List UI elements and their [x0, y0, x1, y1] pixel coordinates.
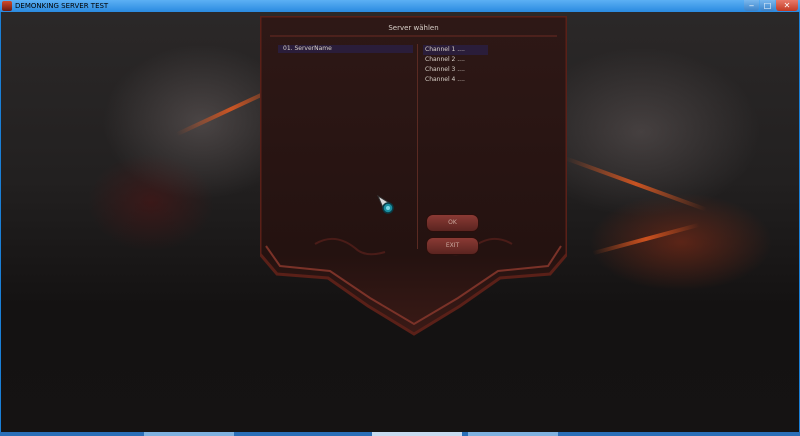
- game-cursor-icon: [377, 195, 394, 214]
- game-window: DEMONKING SERVER TEST ‒ □ ✕ Server wähle…: [0, 0, 800, 436]
- channel-item-4[interactable]: Channel 4 ....: [423, 75, 488, 85]
- fire-streak-right: [564, 156, 708, 212]
- ok-button[interactable]: OK: [426, 214, 479, 232]
- channel-item-1[interactable]: Channel 1 ....: [423, 45, 488, 55]
- channel-list[interactable]: Channel 1 .... Channel 2 .... Channel 3 …: [423, 45, 488, 85]
- server-item[interactable]: 01. ServerName: [278, 45, 413, 53]
- close-button[interactable]: ✕: [776, 0, 798, 11]
- game-background: Server wählen 01. ServerName Channel 1 .…: [1, 12, 799, 432]
- app-icon: [2, 1, 12, 11]
- fire-streak-right-lower: [592, 222, 700, 256]
- window-title: DEMONKING SERVER TEST: [15, 2, 109, 10]
- taskbar-item-active[interactable]: [372, 432, 462, 436]
- dialog-title: Server wählen: [388, 24, 439, 32]
- server-select-panel: Server wählen 01. ServerName Channel 1 .…: [260, 16, 567, 346]
- minimize-button[interactable]: ‒: [744, 0, 759, 11]
- channel-item-3[interactable]: Channel 3 ....: [423, 65, 488, 75]
- exit-button[interactable]: EXIT: [426, 237, 479, 255]
- maximize-button[interactable]: □: [760, 0, 775, 11]
- list-divider: [417, 44, 418, 249]
- taskbar-item[interactable]: [468, 432, 558, 436]
- taskbar-item[interactable]: [144, 432, 234, 436]
- window-titlebar[interactable]: DEMONKING SERVER TEST ‒ □ ✕: [0, 0, 800, 12]
- channel-item-2[interactable]: Channel 2 ....: [423, 55, 488, 65]
